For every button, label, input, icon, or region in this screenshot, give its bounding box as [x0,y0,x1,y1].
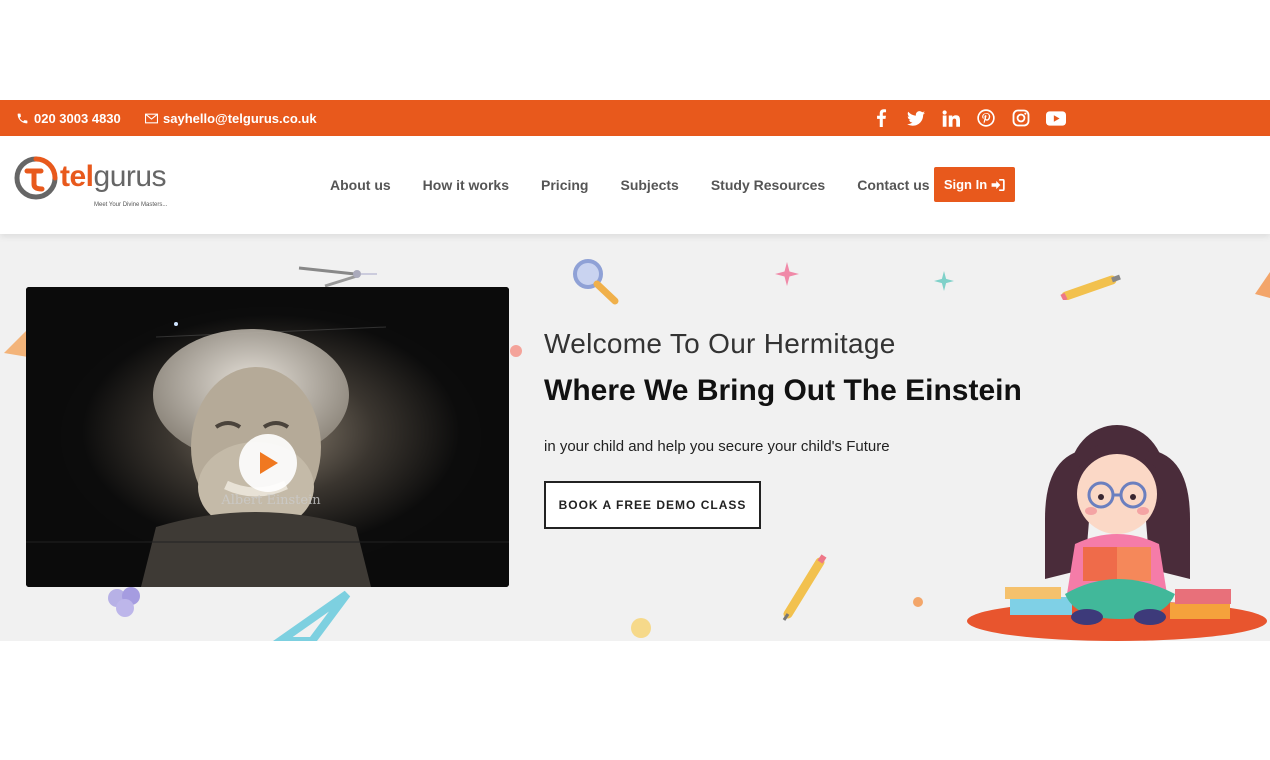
ruler-triangle-doodle-icon [273,590,351,641]
nav-menu: About us How it works Pricing Subjects S… [330,136,962,234]
nav-item-subjects[interactable]: Subjects [620,177,678,193]
star-doodle-icon [934,271,954,291]
grapes-doodle-icon [108,587,140,617]
play-icon [260,452,278,474]
logo-wordmark: telgurus [60,160,167,194]
triangle-doodle-icon [4,329,28,357]
pencil-doodle-icon [1060,274,1121,300]
logo-mark-icon [14,156,58,200]
video-player[interactable]: Albert Einstein [26,287,509,587]
site-logo[interactable]: telgurus Meet Your Divine Masters... [14,156,194,216]
main-navbar: telgurus Meet Your Divine Masters... Abo… [0,136,1270,234]
sign-in-label: Sign In [943,177,988,192]
magnifier-doodle-icon [573,259,619,305]
triangle-doodle-icon [1255,272,1270,298]
facebook-icon[interactable] [871,108,891,128]
email-contact[interactable]: sayhello@telgurus.co.uk [145,100,317,136]
girl-reading-illustration [967,425,1267,641]
mail-icon [145,113,158,123]
phone-icon [17,113,28,123]
bulb-doodle-icon [631,618,651,638]
nav-item-contact-us[interactable]: Contact us [857,177,929,193]
play-button[interactable] [239,434,297,492]
phone-contact[interactable]: 020 3003 4830 [16,100,121,136]
hero-section: Albert Einstein Welcome To Our Hermitage… [0,234,1270,641]
logo-tagline: Meet Your Divine Masters... [94,202,168,208]
logo-tel: tel [60,160,94,193]
video-caption: Albert Einstein [221,493,321,508]
hero-welcome-heading: Welcome To Our Hermitage [544,328,896,359]
top-bar: 020 3003 4830 sayhello@telgurus.co.uk [0,100,1270,136]
instagram-icon[interactable] [1011,108,1031,128]
hero-subheading: in your child and help you secure your c… [544,438,890,455]
sign-in-button[interactable]: Sign In [934,167,1015,202]
twitter-icon[interactable] [906,108,926,128]
logo-gurus: gurus [93,160,167,193]
pinterest-icon[interactable] [976,108,996,128]
sign-in-icon [991,178,1005,191]
phone-number: 020 3003 4830 [34,110,121,126]
nav-item-pricing[interactable]: Pricing [541,177,588,193]
linkedin-icon[interactable] [941,108,961,128]
book-demo-button[interactable]: BOOK A FREE DEMO CLASS [544,481,761,529]
nav-item-how-it-works[interactable]: How it works [423,177,509,193]
pencil-doodle-icon [782,554,827,621]
hero-main-heading: Where We Bring Out The Einstein [544,374,1022,407]
nav-item-study-resources[interactable]: Study Resources [711,177,825,193]
star-doodle-icon [775,262,799,286]
nav-item-about-us[interactable]: About us [330,177,391,193]
youtube-icon[interactable] [1046,108,1066,128]
dot-doodle-icon [913,597,923,607]
email-address: sayhello@telgurus.co.uk [163,110,317,126]
social-links [871,100,1066,136]
dot-doodle-icon [510,345,522,357]
